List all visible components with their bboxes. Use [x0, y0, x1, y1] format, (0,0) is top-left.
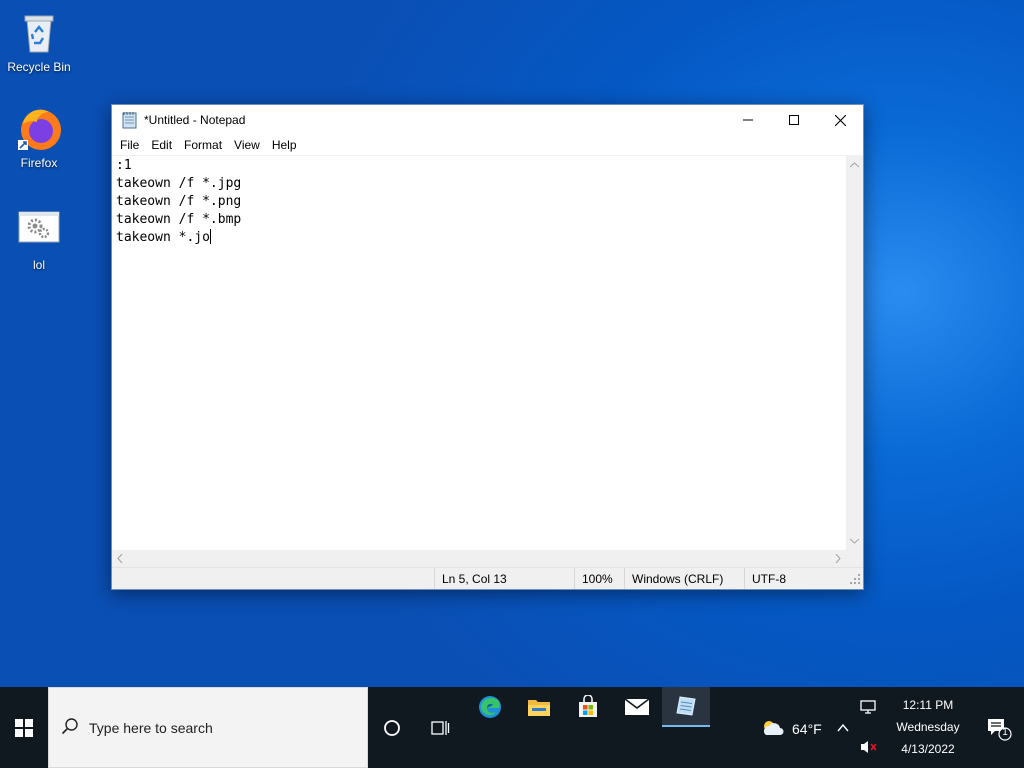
desktop-icon-recycle-bin[interactable]: Recycle Bin [2, 8, 76, 74]
notepad-icon [676, 696, 696, 716]
text-line-content: takeown *.jo [116, 230, 210, 245]
notepad-window: *Untitled - Notepad File Edit Format Vie… [111, 104, 864, 590]
store-bag-icon [579, 695, 597, 717]
text-editor[interactable]: :1 takeown /f *.jpg takeown /f *.png takeow… [112, 156, 846, 550]
desktop-icon-firefox[interactable]: Firefox [2, 104, 76, 170]
menu-format[interactable]: Format [178, 135, 228, 155]
folder-icon [528, 700, 550, 716]
status-encoding: UTF-8 [744, 568, 863, 589]
close-button[interactable] [817, 105, 863, 135]
text-line: takeown /f *.bmp [116, 212, 242, 227]
status-line-ending-text: Windows (CRLF) [632, 571, 724, 586]
text-caret [209, 229, 211, 244]
desktop-icon-label: Firefox [20, 156, 58, 170]
clock-date[interactable]: 4/13/2022 [884, 742, 972, 756]
task-view-icon [431, 720, 450, 735]
weather-cloud-icon[interactable] [760, 719, 784, 740]
cortana-circle-icon [384, 719, 400, 736]
scroll-left-arrow-icon[interactable] [117, 553, 123, 565]
show-hidden-icons-chevron-up-icon[interactable] [837, 721, 849, 735]
status-zoom: 100% [574, 568, 624, 589]
edge-browser-icon [479, 696, 501, 718]
window-title: *Untitled - Notepad [144, 113, 246, 127]
clock-time[interactable]: 12:11 PM [894, 698, 962, 712]
text-line: takeown /f *.png [116, 194, 242, 209]
resize-grip-icon[interactable] [850, 573, 860, 587]
scroll-up-arrow-icon[interactable] [849, 160, 860, 170]
taskbar-edge[interactable] [466, 687, 514, 727]
taskbar-file-explorer[interactable] [515, 687, 563, 727]
text-line: takeown /f *.jpg [116, 176, 242, 191]
desktop-icon-label: lol [32, 258, 45, 272]
minimize-icon [743, 119, 753, 121]
notepad-icon [121, 111, 139, 129]
close-icon [834, 114, 846, 126]
taskbar-mail[interactable] [613, 687, 661, 727]
action-center-notification-icon[interactable] [986, 717, 1012, 744]
menu-help[interactable]: Help [266, 135, 303, 155]
notification-count-badge: 1 [1002, 727, 1008, 738]
menu-edit[interactable]: Edit [145, 135, 178, 155]
horizontal-scrollbar[interactable] [112, 550, 846, 567]
taskbar-search-box[interactable]: Type here to search [48, 687, 368, 768]
volume-muted-icon[interactable] [860, 739, 878, 758]
firefox-icon [15, 104, 63, 152]
status-bar: Ln 5, Col 13 100% Windows (CRLF) UTF-8 [112, 567, 863, 589]
desktop-icon-label: Recycle Bin [7, 60, 71, 74]
menu-file[interactable]: File [114, 135, 145, 155]
taskbar-notepad-active[interactable] [662, 687, 710, 727]
desktop-icon-lol[interactable]: lol [2, 206, 76, 272]
windows-logo-icon [15, 718, 33, 737]
status-line-ending: Windows (CRLF) [624, 568, 744, 589]
taskbar-microsoft-store[interactable] [564, 687, 612, 727]
taskbar: Type here to search 64°F 12:11 PM Wednes… [0, 687, 1024, 768]
search-icon [61, 717, 79, 738]
cortana-button[interactable] [368, 687, 416, 768]
editor-area: :1 takeown /f *.jpg takeown /f *.png takeow… [112, 155, 863, 567]
start-button[interactable] [0, 687, 48, 768]
status-encoding-text: UTF-8 [752, 571, 786, 586]
network-icon[interactable] [860, 699, 878, 718]
status-zoom-text: 100% [582, 571, 613, 586]
clock-day[interactable]: Wednesday [884, 720, 972, 734]
status-position: Ln 5, Col 13 [434, 568, 574, 589]
text-line-current: takeown *.jo [116, 229, 842, 247]
status-position-text: Ln 5, Col 13 [442, 571, 507, 586]
recycle-bin-icon [15, 8, 63, 56]
mail-envelope-icon [624, 698, 650, 715]
maximize-button[interactable] [771, 105, 817, 135]
weather-temperature[interactable]: 64°F [792, 721, 822, 737]
scroll-corner [846, 550, 863, 567]
maximize-icon [789, 115, 799, 125]
task-view-button[interactable] [416, 687, 464, 768]
batch-file-gears-icon [15, 206, 63, 254]
minimize-button[interactable] [725, 105, 771, 135]
system-tray: 64°F 12:11 PM Wednesday 4/13/2022 1 [754, 687, 1024, 768]
menu-bar: File Edit Format View Help [112, 135, 863, 155]
vertical-scrollbar[interactable] [846, 156, 863, 550]
scroll-right-arrow-icon[interactable] [835, 553, 841, 565]
scroll-down-arrow-icon[interactable] [849, 536, 860, 546]
title-bar[interactable]: *Untitled - Notepad [112, 105, 863, 135]
search-placeholder: Type here to search [89, 719, 213, 736]
menu-view[interactable]: View [228, 135, 266, 155]
text-line: :1 [116, 158, 132, 173]
